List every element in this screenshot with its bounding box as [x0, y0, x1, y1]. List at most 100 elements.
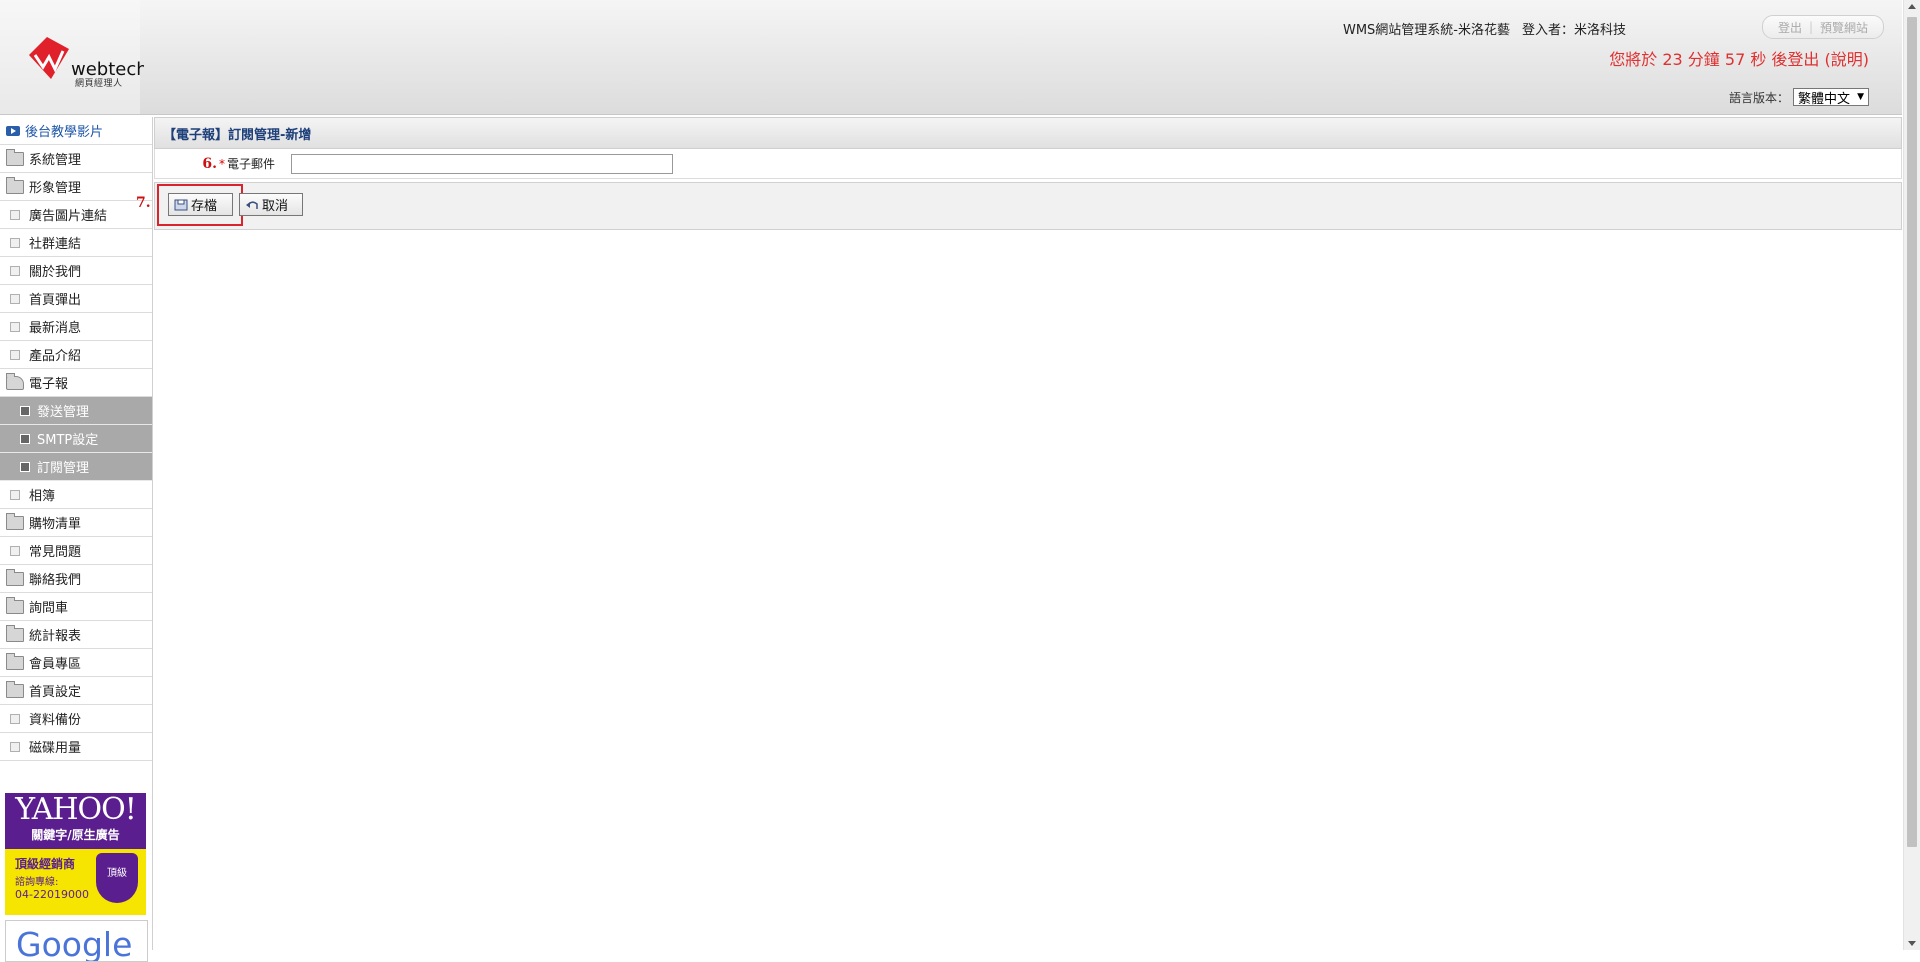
form-row-email: 6. * 電子郵件	[154, 149, 1902, 179]
square-icon	[10, 321, 20, 332]
square-icon	[10, 545, 20, 556]
sidebar-item-popup[interactable]: 首頁彈出	[0, 285, 152, 313]
sidebar-item-disk-usage[interactable]: 磁碟用量	[0, 733, 152, 761]
square-icon	[10, 293, 20, 304]
sidebar-item-system[interactable]: 系統管理	[0, 145, 152, 173]
cancel-label: 取消	[262, 199, 289, 214]
folder-icon	[6, 512, 24, 530]
google-brand: Google	[16, 925, 133, 962]
header-button-group: 登出 | 預覽網站	[1762, 15, 1884, 39]
page-title: 【電子報】訂閱管理-新增	[154, 117, 1902, 149]
sidebar-item-label: 購物清單	[29, 517, 82, 532]
yahoo-hotline-label: 諮詢專線:	[15, 877, 59, 888]
yahoo-sub: 關鍵字/原生廣告	[31, 828, 120, 842]
scroll-down-arrow-icon[interactable]	[1908, 941, 1916, 946]
sidebar-item-newsletter[interactable]: 電子報	[0, 369, 152, 397]
logo[interactable]: webtech 網頁經理人	[0, 0, 144, 114]
square-icon	[10, 489, 20, 500]
language-label: 語言版本：	[1728, 90, 1789, 105]
sidebar-item-ad-links[interactable]: 廣告圖片連結	[0, 201, 152, 229]
square-icon	[20, 405, 30, 416]
save-label: 存檔	[191, 199, 218, 214]
sidebar-item-tutorial-video[interactable]: 後台教學影片	[0, 117, 152, 145]
folder-icon	[6, 148, 24, 166]
sidebar-item-home-settings[interactable]: 首頁設定	[0, 677, 152, 705]
sidebar-subitem-subscription[interactable]: 訂閱管理	[0, 453, 152, 481]
square-icon	[20, 461, 30, 472]
system-name: WMS網站管理系統-米洛花藝	[1342, 23, 1510, 38]
sidebar-item-label: 磁碟用量	[29, 741, 82, 756]
login-user: 登入者：米洛科技	[1521, 23, 1626, 38]
sidebar-item-products[interactable]: 產品介紹	[0, 341, 152, 369]
sidebar-item-inquiry[interactable]: 詢問車	[0, 593, 152, 621]
step-6-annotation: 6.	[202, 155, 217, 172]
yahoo-ad-top: YAHOO! 關鍵字/原生廣告	[5, 793, 146, 849]
sidebar-item-label: 系統管理	[29, 153, 82, 168]
logo-subtext: 網頁經理人	[75, 79, 123, 89]
sidebar-subitem-label: 訂閱管理	[37, 461, 90, 476]
action-bar: 7. 存檔 取消	[136, 182, 1902, 230]
shield-badge-icon: 頂級	[96, 853, 138, 903]
sidebar-item-label: 關於我們	[29, 265, 82, 280]
sidebar-item-label: 廣告圖片連結	[29, 209, 108, 224]
yahoo-ad-banner[interactable]: YAHOO! 關鍵字/原生廣告 頂級經銷商 諮詢專線: 04-22019000 …	[5, 793, 146, 915]
sidebar-item-shopping[interactable]: 購物清單	[0, 509, 152, 537]
scroll-thumb[interactable]	[1907, 17, 1917, 847]
sidebar-subitem-label: SMTP設定	[37, 433, 99, 448]
sidebar-item-contact[interactable]: 聯絡我們	[0, 565, 152, 593]
sidebar-item-label: 會員專區	[29, 657, 82, 672]
vertical-scrollbar[interactable]	[1903, 0, 1920, 950]
yahoo-brand: YAHOO!	[15, 792, 137, 827]
sidebar-item-label: 形象管理	[29, 181, 82, 196]
yahoo-phone: 04-22019000	[15, 888, 89, 901]
scroll-up-arrow-icon[interactable]	[1908, 4, 1916, 9]
yahoo-dealer: 頂級經銷商	[15, 857, 76, 871]
logout-timer[interactable]: 您將於 23 分鐘 57 秒 後登出 (說明)	[1609, 46, 1869, 70]
video-icon	[6, 125, 20, 136]
sidebar-item-album[interactable]: 相簿	[0, 481, 152, 509]
sidebar-item-label: 統計報表	[29, 629, 82, 644]
folder-icon	[6, 680, 24, 698]
email-label: 電子郵件	[226, 157, 275, 171]
logout-button[interactable]: 登出	[1778, 19, 1802, 36]
sidebar-item-label: 相簿	[29, 489, 56, 504]
square-icon	[10, 265, 20, 276]
square-icon	[20, 433, 30, 444]
sidebar-item-label: 最新消息	[29, 321, 82, 336]
sidebar-item-social[interactable]: 社群連結	[0, 229, 152, 257]
email-field[interactable]	[291, 153, 673, 174]
sidebar-item-label: 常見問題	[29, 545, 82, 560]
language-value: 繁體中文	[1798, 91, 1851, 107]
main-content: 【電子報】訂閱管理-新增 6. * 電子郵件 7. 存檔 取消	[136, 117, 1902, 230]
sidebar-item-label: 聯絡我們	[29, 573, 82, 588]
square-icon	[10, 209, 20, 220]
sidebar-subitem-label: 發送管理	[37, 405, 90, 420]
header-info: WMS網站管理系統-米洛花藝 登入者：米洛科技	[1343, 19, 1626, 38]
folder-open-icon	[6, 372, 24, 390]
sidebar-subitem-send[interactable]: 發送管理	[0, 397, 152, 425]
folder-icon	[6, 176, 24, 194]
sidebar-item-members[interactable]: 會員專區	[0, 649, 152, 677]
sidebar-item-label: 社群連結	[29, 237, 82, 252]
cancel-button[interactable]: 取消	[239, 193, 303, 216]
language-select[interactable]: 繁體中文 ▼	[1793, 88, 1869, 107]
sidebar-item-faq[interactable]: 常見問題	[0, 537, 152, 565]
email-field-label: 6. * 電子郵件	[155, 155, 281, 172]
sidebar-item-about[interactable]: 關於我們	[0, 257, 152, 285]
language-row: 語言版本： 繁體中文 ▼	[1728, 88, 1869, 107]
sidebar-item-backup[interactable]: 資料備份	[0, 705, 152, 733]
sidebar-item-label: 電子報	[29, 377, 69, 392]
sidebar-item-news[interactable]: 最新消息	[0, 313, 152, 341]
preview-site-button[interactable]: 預覽網站	[1820, 19, 1868, 36]
sidebar-item-image[interactable]: 形象管理	[0, 173, 152, 201]
google-ad-banner[interactable]: Google	[5, 920, 148, 962]
divider: |	[1808, 20, 1814, 34]
sidebar-item-label: 產品介紹	[29, 349, 82, 364]
save-button[interactable]: 存檔	[168, 193, 233, 216]
square-icon	[10, 713, 20, 724]
required-mark: *	[218, 156, 225, 171]
sidebar-item-reports[interactable]: 統計報表	[0, 621, 152, 649]
sidebar-subitem-smtp[interactable]: SMTP設定	[0, 425, 152, 453]
undo-icon	[246, 201, 258, 209]
square-icon	[10, 349, 20, 360]
